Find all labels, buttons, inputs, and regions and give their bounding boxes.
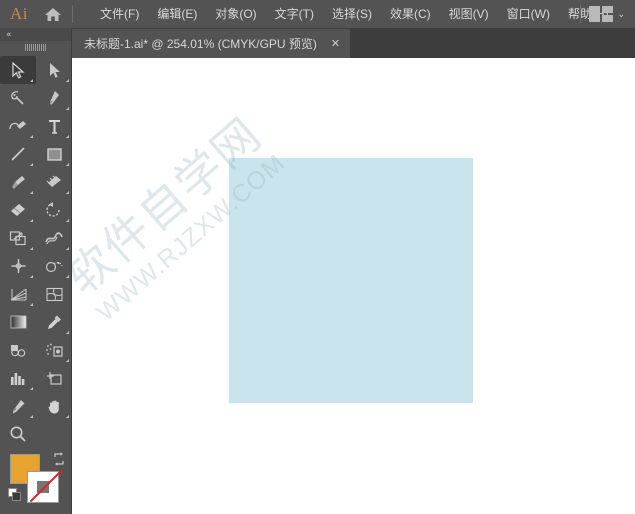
workspace-layout-icon xyxy=(589,6,614,22)
zoom-tool[interactable] xyxy=(0,420,36,448)
swap-fill-stroke-icon[interactable] xyxy=(52,452,66,466)
tool-flyout-indicator xyxy=(66,275,69,278)
illustrator-window: Ai 文件(F) 编辑(E) 对象(O) 文字(T) 选择(S) 效果(C) 视… xyxy=(0,0,635,514)
workspace-divider xyxy=(580,5,582,23)
tool-flyout-indicator xyxy=(30,247,33,250)
fill-stroke-controls xyxy=(0,452,72,514)
tool-flyout-indicator xyxy=(30,219,33,222)
ai-logo: Ai xyxy=(10,4,28,23)
line-segment-tool[interactable] xyxy=(0,140,36,168)
menu-effect[interactable]: 效果(C) xyxy=(381,3,440,25)
column-graph-tool[interactable] xyxy=(0,364,36,392)
panel-grip[interactable] xyxy=(0,41,71,54)
slice-tool[interactable] xyxy=(0,392,36,420)
tool-empty-slot xyxy=(36,420,72,448)
hand-tool[interactable] xyxy=(36,392,72,420)
menu-type[interactable]: 文字(T) xyxy=(266,3,323,25)
collapse-panel-button[interactable]: « xyxy=(0,28,71,41)
gradient-tool[interactable] xyxy=(0,308,36,336)
tool-flyout-indicator xyxy=(30,191,33,194)
menu-divider xyxy=(72,5,73,23)
direct-selection-tool[interactable] xyxy=(36,56,72,84)
stroke-color-swatch[interactable] xyxy=(27,469,63,503)
chevron-down-icon: ⌄ xyxy=(617,8,625,19)
shaper-tool[interactable] xyxy=(36,168,72,196)
workspace-switcher[interactable]: ⌄ xyxy=(572,0,629,28)
tool-grid xyxy=(0,54,72,448)
scale-tool[interactable] xyxy=(0,224,36,252)
menu-file[interactable]: 文件(F) xyxy=(91,3,148,25)
curvature-tool[interactable] xyxy=(0,112,36,140)
menu-edit[interactable]: 编辑(E) xyxy=(148,3,206,25)
tool-flyout-indicator xyxy=(30,303,33,306)
menu-bar: Ai 文件(F) 编辑(E) 对象(O) 文字(T) 选择(S) 效果(C) 视… xyxy=(0,0,635,28)
free-transform-tool[interactable] xyxy=(0,252,36,280)
tool-flyout-indicator xyxy=(66,219,69,222)
tool-flyout-indicator xyxy=(66,163,69,166)
menu-view[interactable]: 视图(V) xyxy=(440,3,498,25)
none-slash-icon xyxy=(29,469,63,503)
perspective-grid-tool[interactable] xyxy=(0,280,36,308)
eyedropper-tool[interactable] xyxy=(36,308,72,336)
mesh-tool[interactable] xyxy=(36,280,72,308)
eraser-tool[interactable] xyxy=(0,196,36,224)
tool-flyout-indicator xyxy=(66,415,69,418)
menu-select[interactable]: 选择(S) xyxy=(323,3,381,25)
default-fill-stroke-icon[interactable] xyxy=(8,488,22,502)
tool-flyout-indicator xyxy=(30,387,33,390)
rotate-tool[interactable] xyxy=(36,196,72,224)
tool-flyout-indicator xyxy=(30,79,33,82)
document-tab[interactable]: 未标题-1.ai* @ 254.01% (CMYK/GPU 预览) ✕ xyxy=(72,29,351,58)
tool-flyout-indicator xyxy=(66,79,69,82)
tool-flyout-indicator xyxy=(30,135,33,138)
document-tab-bar: 未标题-1.ai* @ 254.01% (CMYK/GPU 预览) ✕ xyxy=(72,28,635,58)
magic-wand-tool[interactable] xyxy=(0,84,36,112)
paintbrush-tool[interactable] xyxy=(0,168,36,196)
tool-flyout-indicator xyxy=(66,359,69,362)
menu-window[interactable]: 窗口(W) xyxy=(498,3,559,25)
pen-tool[interactable] xyxy=(36,84,72,112)
menu-items: 文件(F) 编辑(E) 对象(O) 文字(T) 选择(S) 效果(C) 视图(V… xyxy=(91,3,618,25)
tool-flyout-indicator xyxy=(66,331,69,334)
tool-flyout-indicator xyxy=(66,135,69,138)
menu-object[interactable]: 对象(O) xyxy=(206,3,265,25)
light-blue-square[interactable] xyxy=(229,158,473,403)
artboard-tool[interactable] xyxy=(36,364,72,392)
blend-tool[interactable] xyxy=(0,336,36,364)
tool-flyout-indicator xyxy=(66,247,69,250)
rectangle-tool[interactable] xyxy=(36,140,72,168)
document-tab-label: 未标题-1.ai* @ 254.01% (CMYK/GPU 预览) xyxy=(84,37,317,51)
close-icon[interactable]: ✕ xyxy=(331,38,340,49)
tool-flyout-indicator xyxy=(30,163,33,166)
tool-flyout-indicator xyxy=(66,191,69,194)
tool-flyout-indicator xyxy=(66,107,69,110)
shape-builder-tool[interactable] xyxy=(36,252,72,280)
symbol-sprayer-tool[interactable] xyxy=(36,336,72,364)
canvas-area[interactable]: 软件自学网 WWW.RJZXW.COM xyxy=(72,58,635,514)
tool-flyout-indicator xyxy=(30,415,33,418)
selection-tool[interactable] xyxy=(0,56,36,84)
tool-flyout-indicator xyxy=(30,275,33,278)
home-icon[interactable] xyxy=(38,0,68,28)
type-tool[interactable] xyxy=(36,112,72,140)
width-tool[interactable] xyxy=(36,224,72,252)
tools-panel: « xyxy=(0,28,72,514)
